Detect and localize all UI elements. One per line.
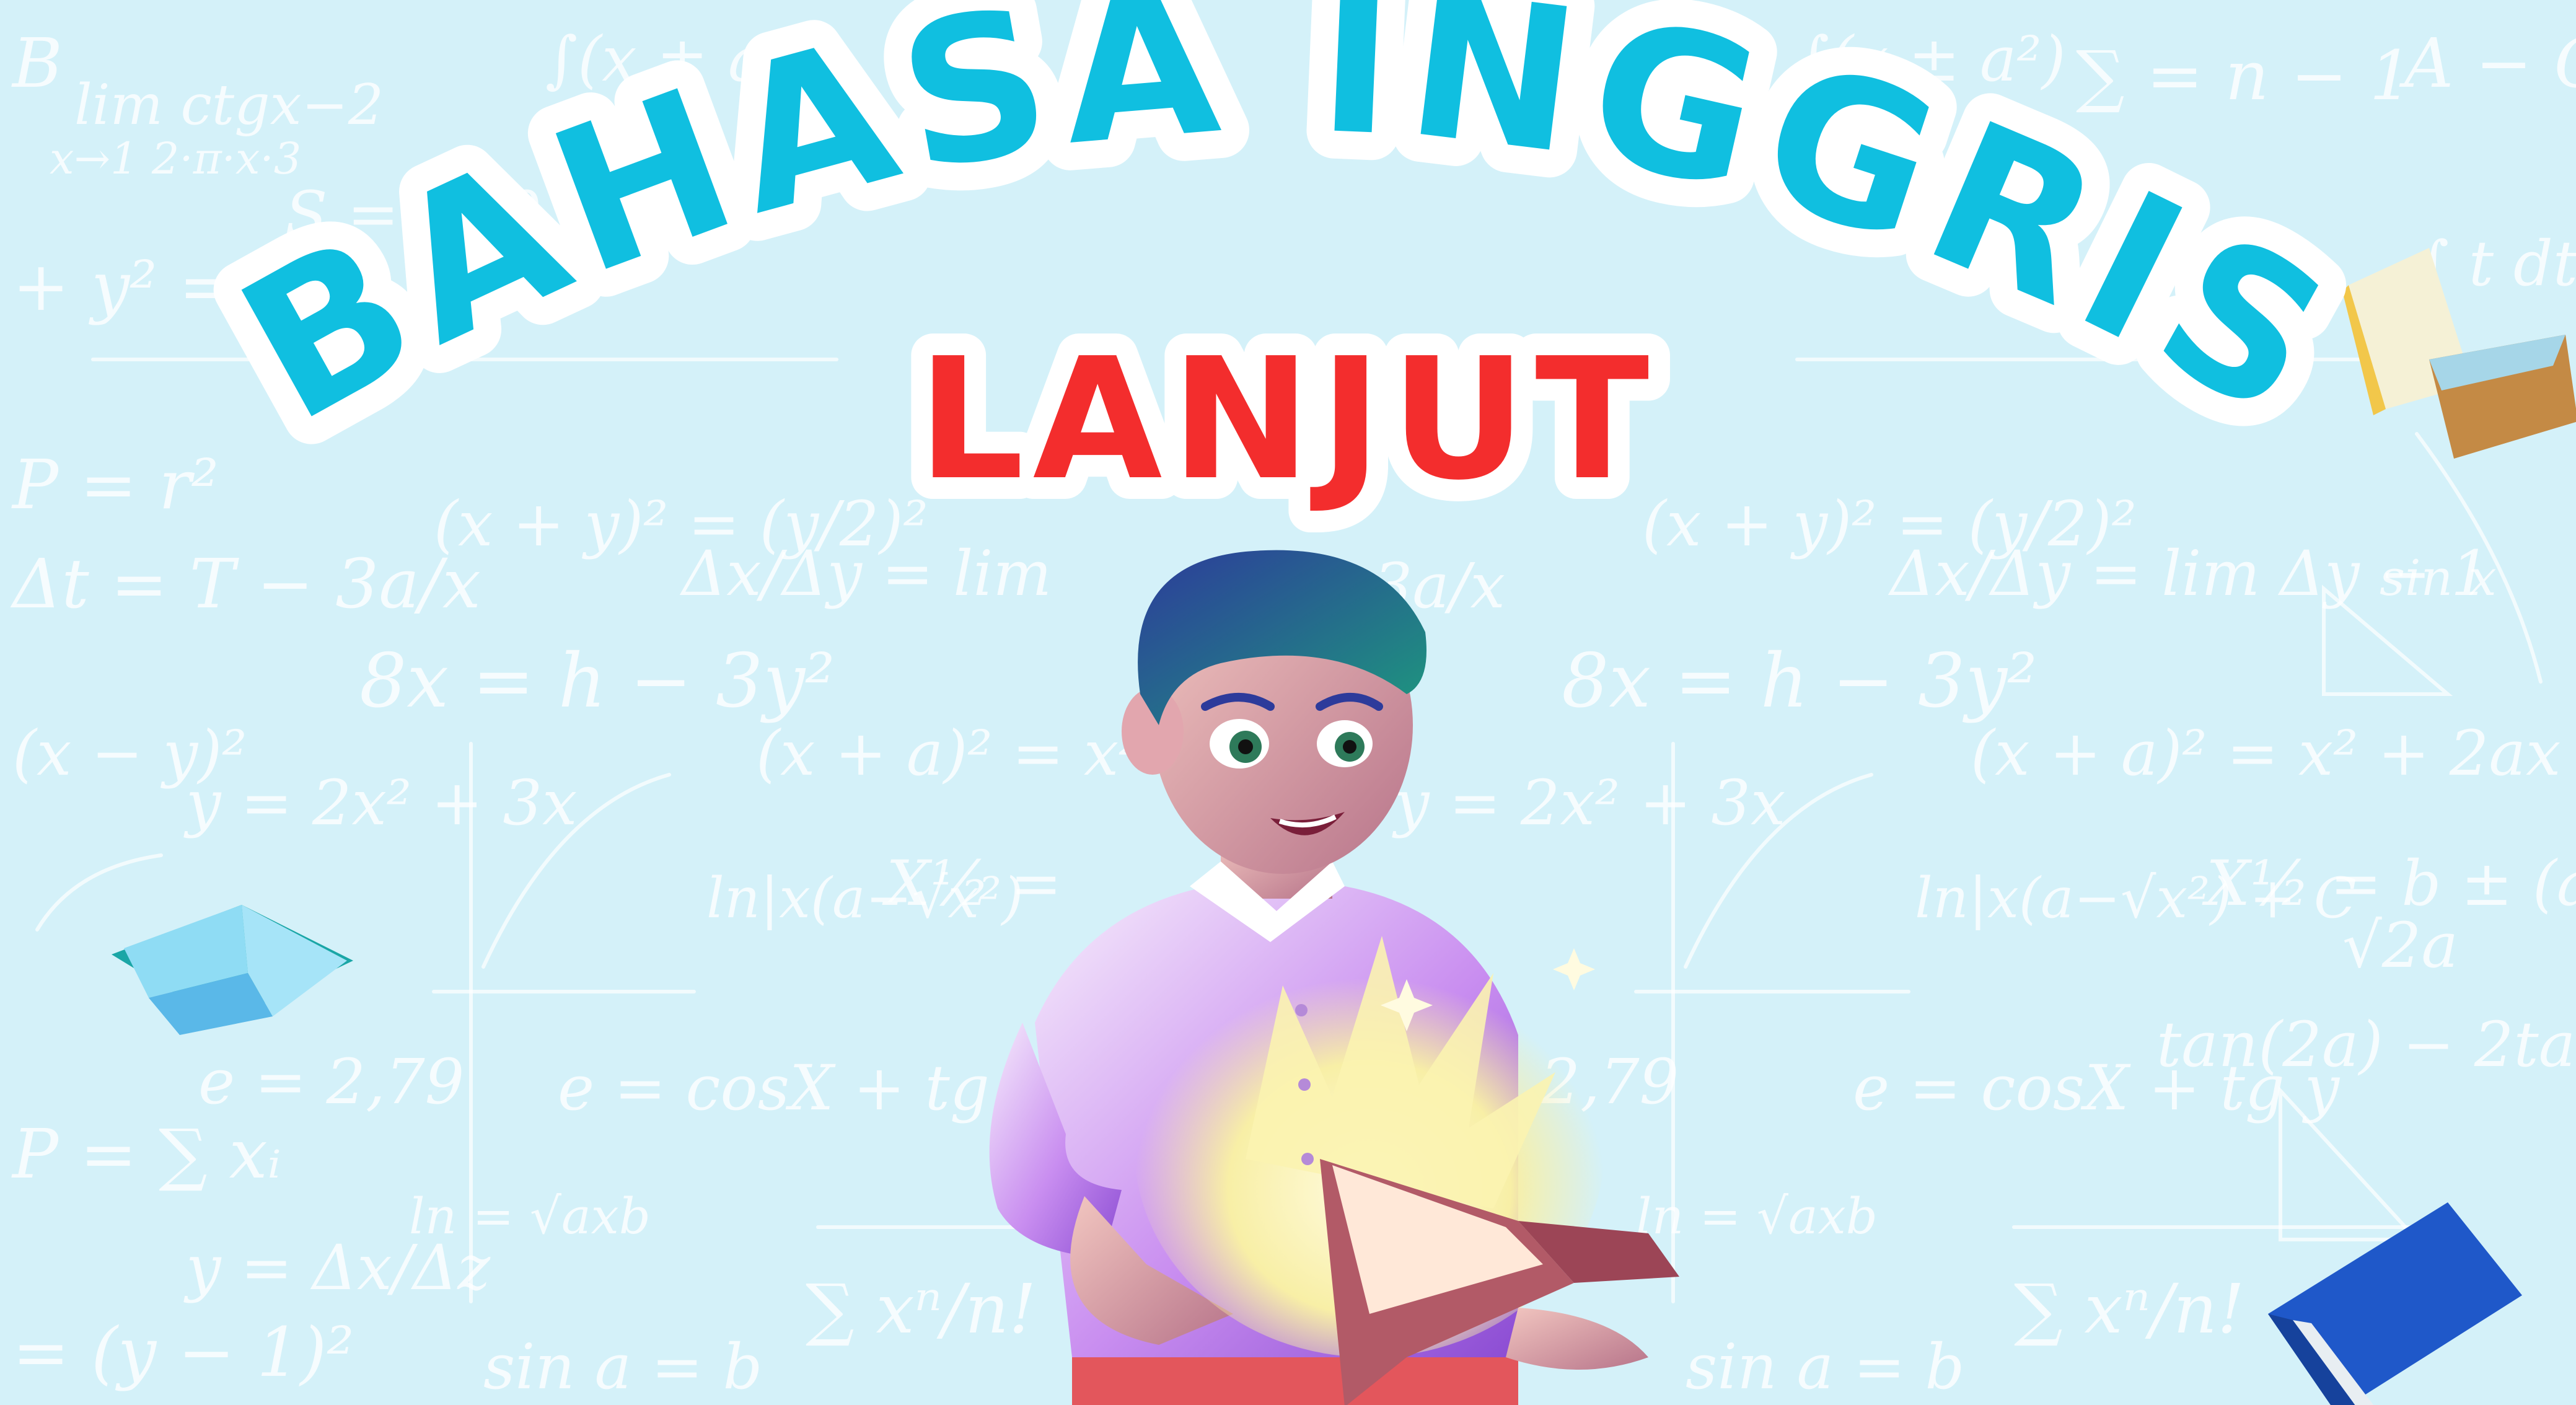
formula-text: e = cosX + tg y	[1853, 1052, 2341, 1124]
book-icon	[2268, 1202, 2522, 1405]
formula-text: P = ∑ xᵢ	[11, 1114, 281, 1194]
formula-text: (x + a)² = x² + 2ax + a²	[1971, 717, 2576, 790]
formula-text: 8x = h − 3y²	[359, 638, 835, 725]
formula-text: y = Δx/Δz	[183, 1231, 491, 1304]
formula-text: = (y − 1)²	[12, 1313, 354, 1392]
boy-reading-book-illustration	[989, 550, 1679, 1405]
formula-text: y = 2x² + 3x	[183, 767, 577, 839]
sparkle-icon	[1553, 948, 1595, 990]
banner-scene: B lim ctgx−2 x→1 2·π·x·3 ∫(x ± a²) ∫(x ±…	[0, 0, 2576, 1405]
title-line-2: LANJUT	[918, 322, 1658, 517]
formula-text: e = 2,79	[198, 1046, 464, 1118]
formula-text: sin a = b	[1686, 1331, 1965, 1403]
formula-text: √2a	[2342, 909, 2458, 982]
book-icon	[112, 905, 353, 1035]
title-banner: BAHASA INGGRIS BAHASA INGGRIS LANJUT LAN…	[179, 0, 2387, 539]
formula-text: ∑ xⁿ/n!	[2014, 1269, 2244, 1349]
formula-text: sin a = b	[483, 1331, 763, 1403]
